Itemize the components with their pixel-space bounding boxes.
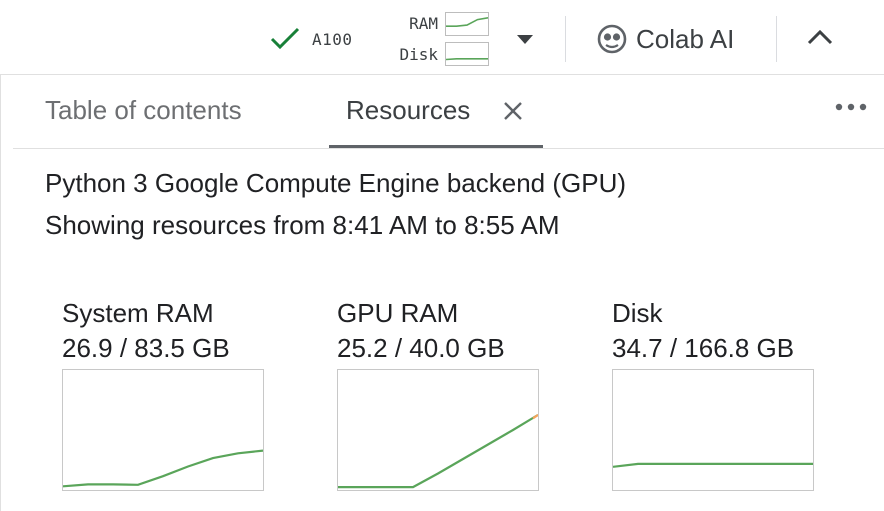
usage-line: [63, 449, 263, 488]
colab-ai-button[interactable]: Colab AI: [596, 18, 734, 60]
top-toolbar: A100 RAM Disk Colab AI: [0, 0, 884, 74]
tab-divider: [13, 148, 884, 149]
usage-line: [613, 462, 813, 468]
metric-value: 26.9 / 83.5 GB: [62, 333, 230, 363]
more-options-icon[interactable]: [833, 99, 869, 115]
system-ram-chart: [62, 369, 264, 491]
metric-title: GPU RAM: [337, 298, 459, 328]
ram-sparkline[interactable]: [445, 12, 489, 36]
sparkline-line: [446, 17, 488, 27]
metric-title: System RAM: [62, 298, 214, 328]
colab-ai-icon: [597, 24, 627, 54]
ram-indicator-label: RAM: [409, 14, 438, 33]
system-ram-metric: System RAM 26.9 / 83.5 GB: [62, 298, 264, 491]
usage-line: [338, 413, 538, 489]
chevron-down-icon[interactable]: [514, 32, 536, 46]
resources-panel: Table of contents Resources Python 3 Goo…: [0, 75, 884, 511]
toolbar-divider: [565, 16, 566, 62]
chevron-up-icon[interactable]: [806, 26, 834, 50]
time-range-description: Showing resources from 8:41 AM to 8:55 A…: [45, 210, 560, 240]
disk-sparkline[interactable]: [445, 42, 489, 66]
usage-line-tip: [532, 413, 538, 420]
toolbar-divider: [776, 16, 777, 62]
tab-table-of-contents[interactable]: Table of contents: [45, 95, 242, 126]
disk-indicator-label: Disk: [399, 45, 438, 64]
runtime-type-label[interactable]: A100: [312, 30, 353, 49]
backend-description: Python 3 Google Compute Engine backend (…: [45, 168, 627, 198]
metric-value: 25.2 / 40.0 GB: [337, 333, 505, 363]
close-icon[interactable]: [501, 99, 525, 123]
colab-ai-label: Colab AI: [636, 23, 735, 54]
metric-title: Disk: [612, 298, 663, 328]
metric-value: 34.7 / 166.8 GB: [612, 333, 795, 363]
tab-resources[interactable]: Resources: [346, 95, 470, 126]
connected-check-icon: [270, 27, 300, 50]
gpu-ram-chart: [337, 369, 539, 491]
gpu-ram-metric: GPU RAM 25.2 / 40.0 GB: [337, 298, 539, 491]
sparkline-line: [446, 58, 488, 61]
disk-chart: [612, 369, 814, 491]
disk-metric: Disk 34.7 / 166.8 GB: [612, 298, 814, 491]
